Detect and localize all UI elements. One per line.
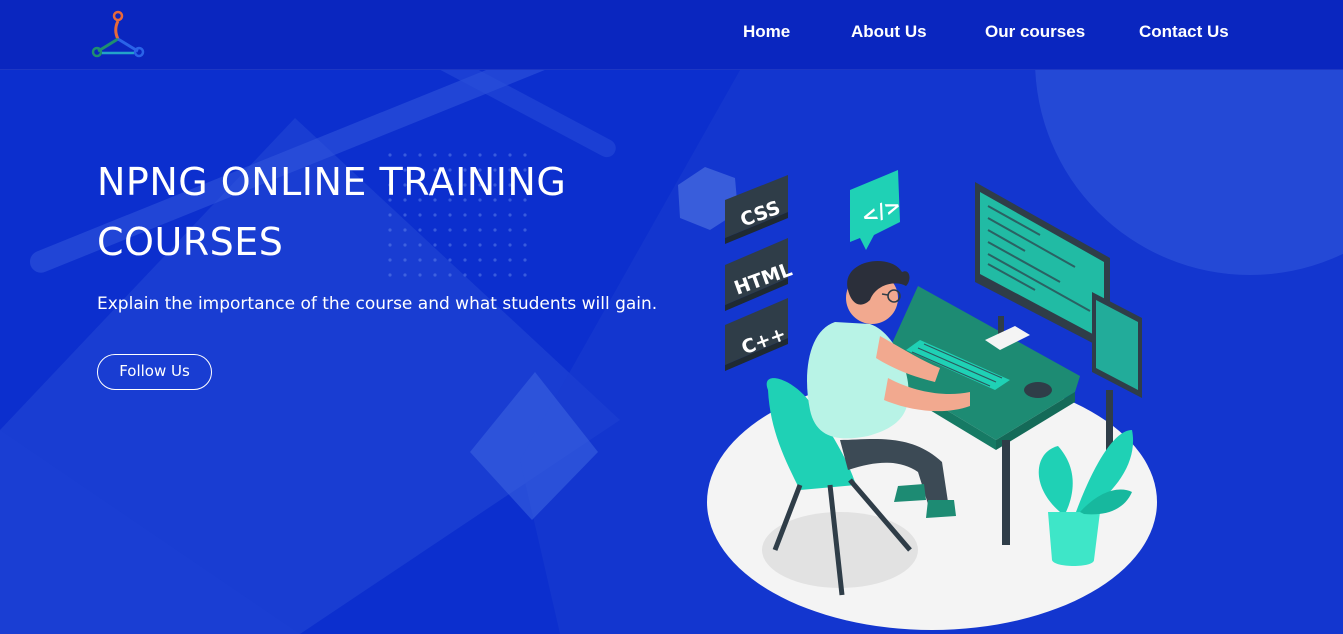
nav-home-link[interactable]: Home — [743, 21, 790, 43]
main-nav: Home About Us Our courses Contact Us — [0, 21, 1343, 45]
follow-us-button[interactable]: Follow Us — [97, 354, 212, 390]
nav-our-courses-link[interactable]: Our courses — [985, 21, 1085, 43]
top-navbar: Home About Us Our courses Contact Us — [0, 0, 1343, 70]
nav-contact-us-link[interactable]: Contact Us — [1139, 21, 1229, 43]
developer-at-desk-illustration: CSS HTML C++ </> — [707, 170, 1157, 630]
hero-title-line-2: COURSES — [97, 220, 284, 264]
hero-description: Explain the importance of the course and… — [97, 294, 658, 314]
hero-title-line-1: NPNG ONLINE TRAINING — [97, 160, 567, 204]
cpp-tag-icon: C++ — [725, 298, 789, 371]
hero-title: NPNG ONLINE TRAINING COURSES — [97, 152, 657, 272]
nav-about-us-link[interactable]: About Us — [851, 21, 927, 43]
code-speech-bubble-icon: </> — [850, 170, 904, 250]
landing-page: Home About Us Our courses Contact Us NPN… — [0, 0, 1343, 634]
css-tag-icon: CSS — [725, 175, 788, 244]
